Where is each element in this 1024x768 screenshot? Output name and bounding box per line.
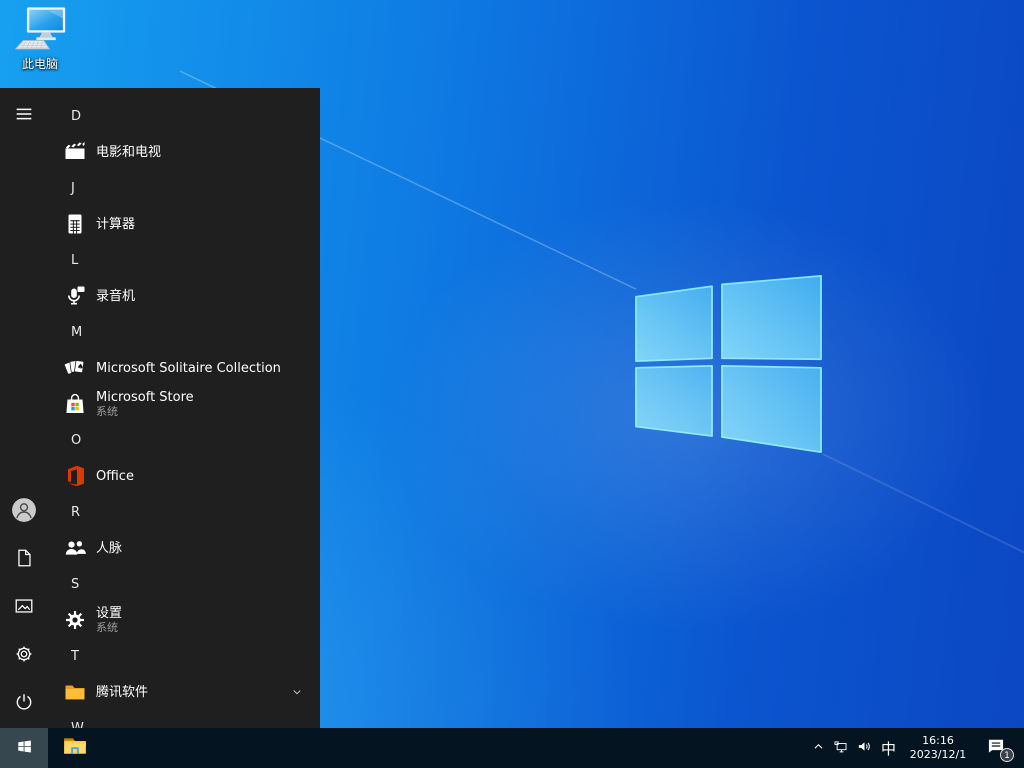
svg-text:♠: ♠ <box>76 362 84 372</box>
app-section-header-t[interactable]: T <box>48 638 320 674</box>
app-item-label: 录音机 <box>96 288 136 304</box>
app-section-header-s[interactable]: S <box>48 566 320 602</box>
app-item-label: 人脉 <box>96 540 123 556</box>
taskbar: 中 16:16 2023/12/1 1 <box>0 728 1024 768</box>
app-item-text: Office <box>96 469 134 484</box>
app-item-solitaire[interactable]: ♠ Microsoft Solitaire Collection <box>48 350 320 386</box>
app-item-text: 录音机 <box>96 289 135 304</box>
app-item-microsoft-store[interactable]: Microsoft Store 系统 <box>48 386 320 422</box>
volume-button[interactable] <box>853 728 876 768</box>
app-section-header-m[interactable]: M <box>48 314 320 350</box>
taskbar-clock[interactable]: 16:16 2023/12/1 <box>907 728 969 768</box>
app-item-label: 设置 <box>96 606 123 621</box>
section-letter: J <box>71 180 75 196</box>
file-explorer-icon <box>62 733 88 763</box>
microsoft-store-icon <box>63 392 87 416</box>
app-item-label: Microsoft Store <box>96 390 194 405</box>
network-icon <box>833 738 850 759</box>
volume-icon <box>856 738 873 759</box>
app-item-text: 设置 系统 <box>96 606 122 634</box>
section-letter: O <box>71 432 82 448</box>
app-item-sublabel: 系统 <box>96 405 118 418</box>
movies-tv-icon <box>63 140 87 164</box>
app-section-header-w[interactable]: W <box>48 710 320 729</box>
office-icon <box>63 464 87 488</box>
section-letter: T <box>71 648 79 664</box>
desktop-icon-this-pc[interactable]: 此电脑 <box>8 6 72 72</box>
app-item-voice-recorder[interactable]: 录音机 <box>48 278 320 314</box>
windows-desktop: 此电脑 D 电影和电视 J 计算器 L 录音机 M ♠ Microsoft Solitaire … <box>0 0 1024 768</box>
section-letter: L <box>71 252 79 268</box>
document-icon <box>13 547 35 573</box>
rail-account-button[interactable] <box>0 488 48 536</box>
app-item-calculator[interactable]: 计算器 <box>48 206 320 242</box>
section-letter: M <box>71 324 83 340</box>
app-item-text: 腾讯软件 <box>96 685 148 700</box>
app-section-header-r[interactable]: R <box>48 494 320 530</box>
rail-settings-button[interactable] <box>0 632 48 680</box>
notification-badge: 1 <box>1000 748 1014 762</box>
hamburger-icon <box>13 103 35 129</box>
power-icon <box>13 691 35 717</box>
app-item-text: 人脉 <box>96 541 122 556</box>
start-menu-rail <box>0 88 48 728</box>
app-item-label: 电影和电视 <box>96 144 162 160</box>
app-item-tencent-folder[interactable]: 腾讯软件 <box>48 674 320 710</box>
ime-indicator[interactable]: 中 <box>876 728 901 768</box>
user-avatar-icon <box>11 497 37 527</box>
rail-documents-button[interactable] <box>0 536 48 584</box>
taskbar-empty-area <box>102 728 807 768</box>
section-letter: R <box>71 504 81 520</box>
rail-menu-button[interactable] <box>0 92 48 140</box>
app-item-label: Microsoft Solitaire Collection <box>96 360 281 376</box>
clock-date: 2023/12/1 <box>909 748 967 761</box>
app-item-movies-tv[interactable]: 电影和电视 <box>48 134 320 170</box>
app-item-label: Office <box>96 468 134 484</box>
taskbar-file-explorer-button[interactable] <box>48 728 102 768</box>
app-item-sublabel: 系统 <box>96 621 118 634</box>
start-button[interactable] <box>0 728 48 768</box>
computer-icon <box>12 6 68 54</box>
rail-pictures-button[interactable] <box>0 584 48 632</box>
app-section-header-o[interactable]: O <box>48 422 320 458</box>
desktop-icon-label: 此电脑 <box>21 57 58 71</box>
app-section-header-d[interactable]: D <box>48 98 320 134</box>
app-item-settings[interactable]: 设置 系统 <box>48 602 320 638</box>
solitaire-icon: ♠ <box>63 356 87 380</box>
rail-power-button[interactable] <box>0 680 48 728</box>
voice-recorder-icon <box>63 284 87 308</box>
app-section-header-l[interactable]: L <box>48 242 320 278</box>
section-letter: W <box>71 720 84 729</box>
network-button[interactable] <box>830 728 853 768</box>
system-tray: 中 16:16 2023/12/1 1 <box>807 728 1024 768</box>
start-menu: D 电影和电视 J 计算器 L 录音机 M ♠ Microsoft Solitaire Coll… <box>0 88 320 728</box>
calculator-icon <box>63 212 87 236</box>
settings-outline-icon <box>13 643 35 669</box>
app-item-label: 计算器 <box>96 216 136 232</box>
clock-time: 16:16 <box>922 734 954 747</box>
hidden-icons-button[interactable] <box>807 728 830 768</box>
pictures-icon <box>13 595 35 621</box>
people-icon <box>63 536 87 560</box>
app-item-text: Microsoft Store 系统 <box>96 390 194 418</box>
app-item-label: 腾讯软件 <box>96 684 149 700</box>
app-item-office[interactable]: Office <box>48 458 320 494</box>
action-center-button[interactable]: 1 <box>975 728 1017 768</box>
settings-gear-icon <box>63 608 87 632</box>
app-item-text: 计算器 <box>96 217 135 232</box>
chevron-down-icon[interactable] <box>290 685 304 699</box>
app-section-header-j[interactable]: J <box>48 170 320 206</box>
app-item-text: Microsoft Solitaire Collection <box>96 361 281 376</box>
chevron-up-icon <box>810 738 827 759</box>
section-letter: D <box>71 108 82 124</box>
app-item-people[interactable]: 人脉 <box>48 530 320 566</box>
start-menu-app-list: D 电影和电视 J 计算器 L 录音机 M ♠ Microsoft Solitaire Coll… <box>48 98 320 728</box>
folder-icon <box>63 680 87 704</box>
app-item-text: 电影和电视 <box>96 145 161 160</box>
windows-start-icon <box>16 738 33 759</box>
section-letter: S <box>71 576 80 592</box>
